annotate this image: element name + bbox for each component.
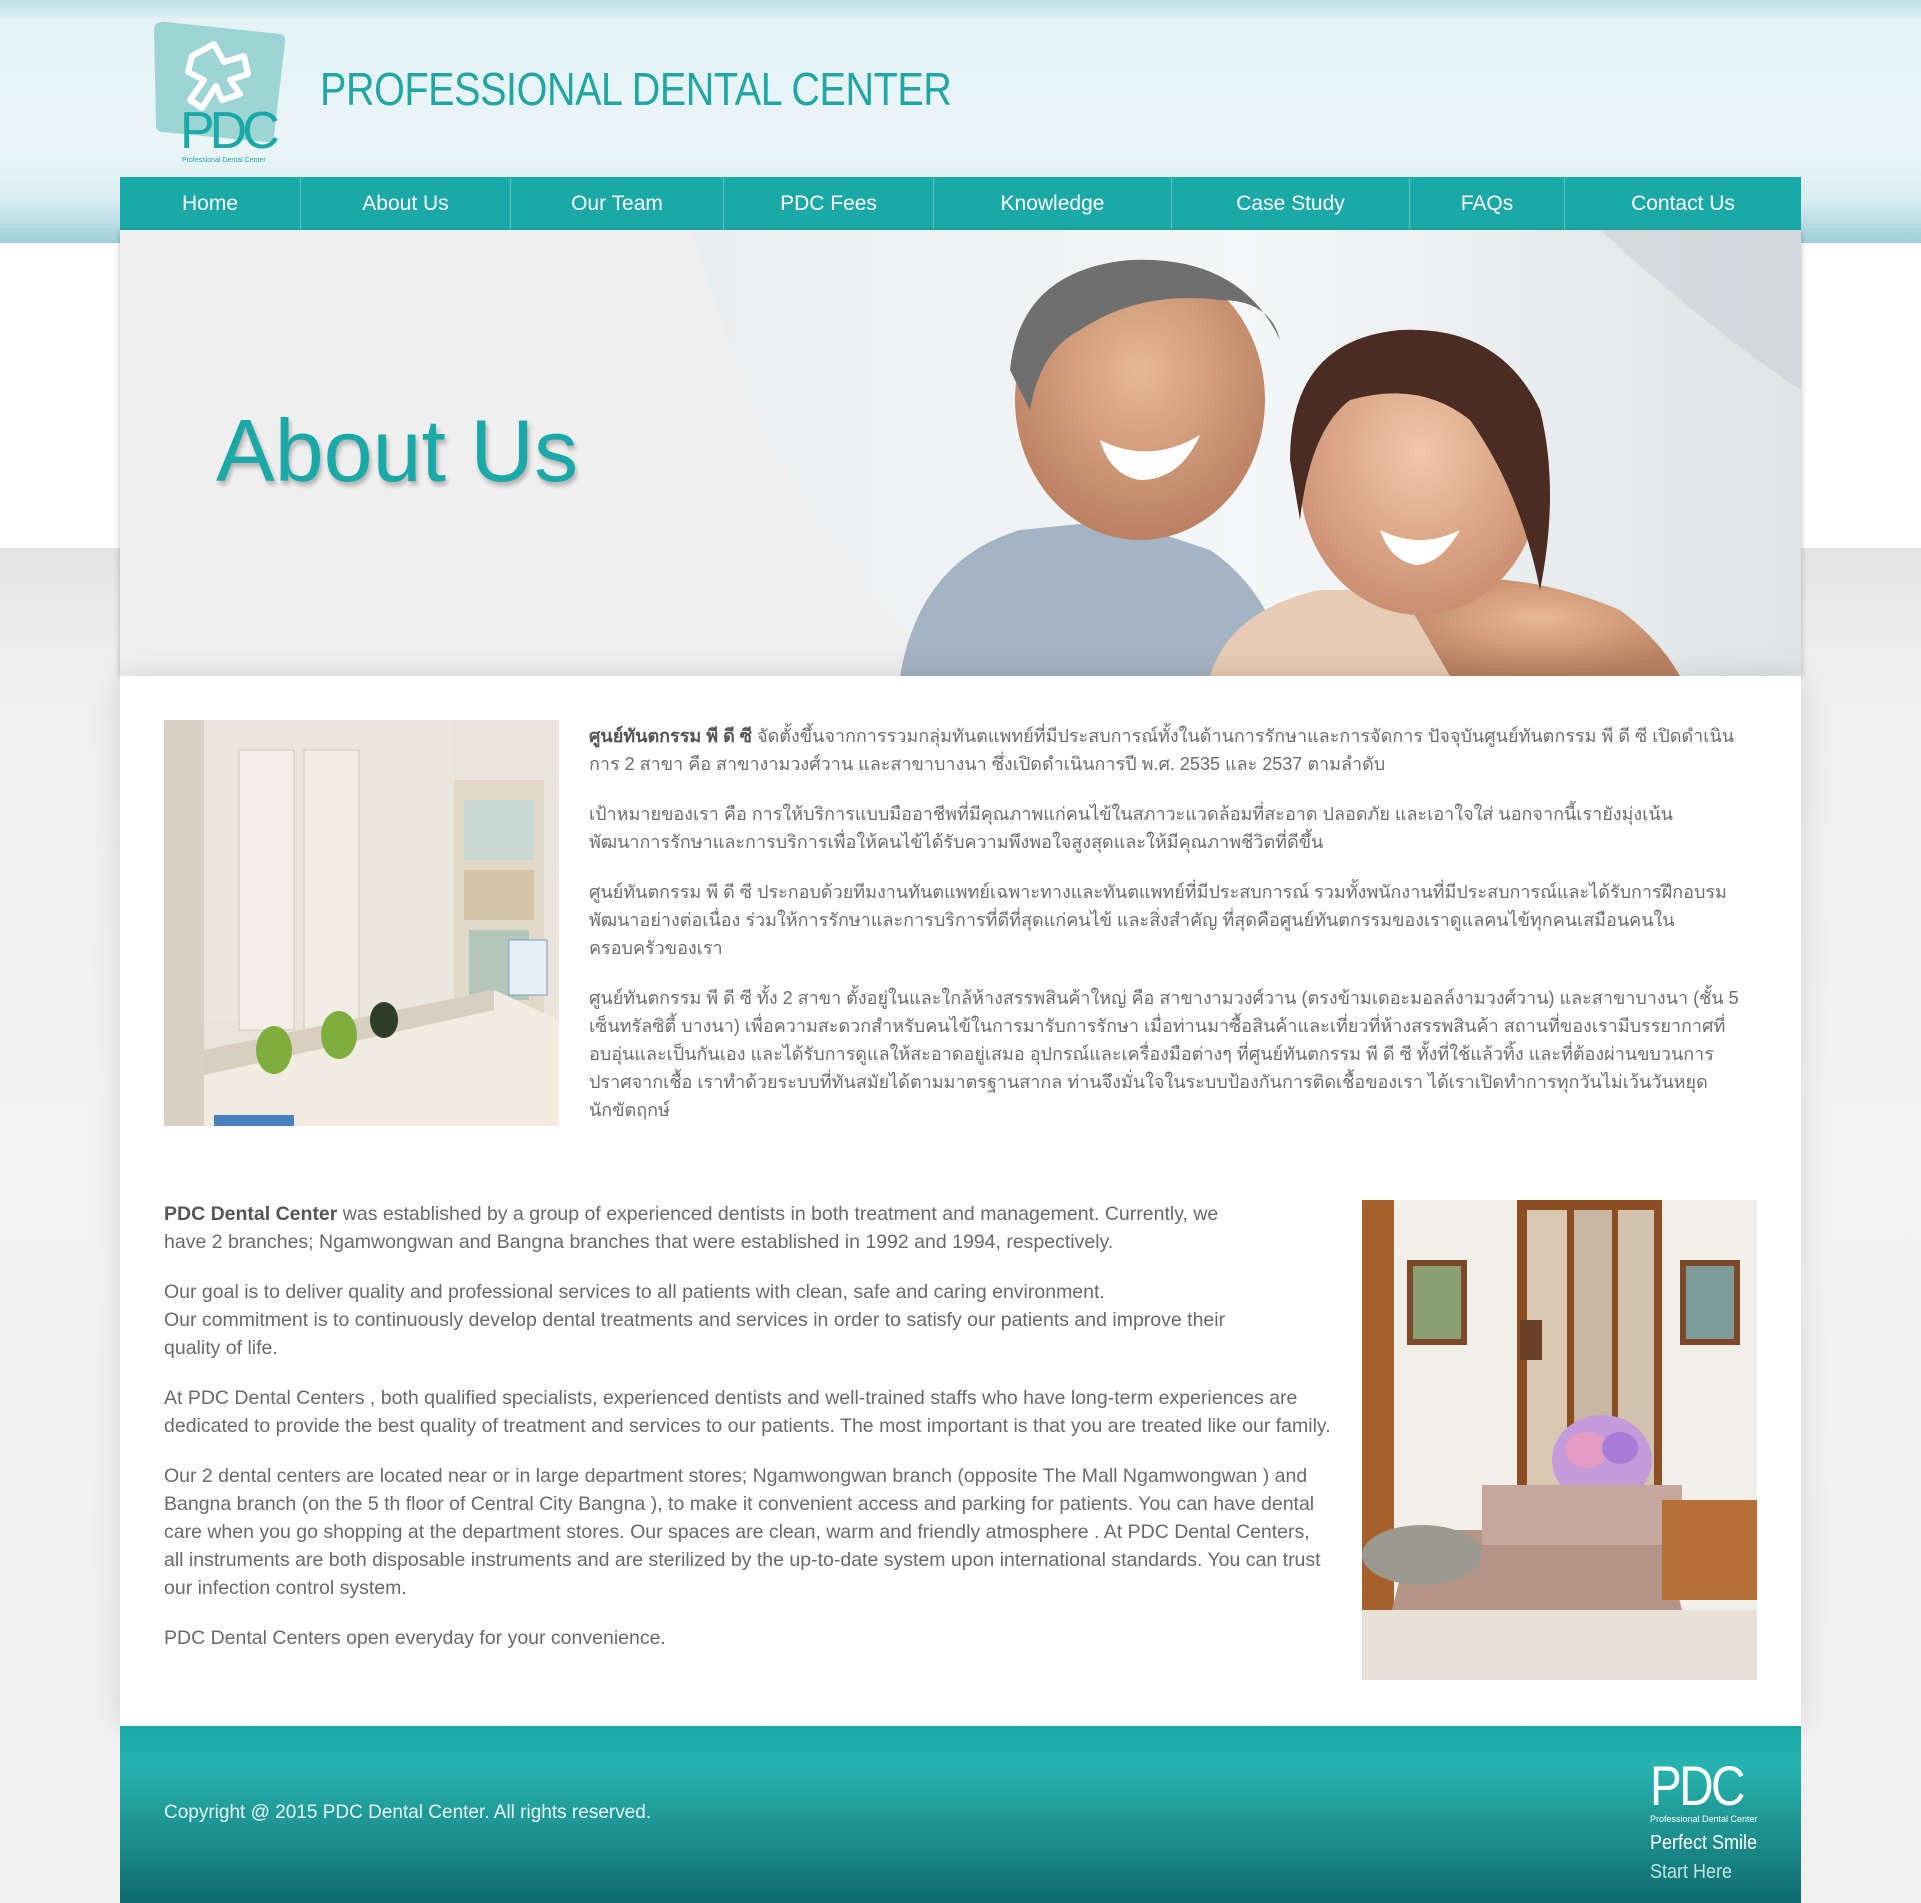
- site-footer: Copyright @ 2015 PDC Dental Center. All …: [120, 1726, 1801, 1903]
- logo-text: PDC: [180, 102, 278, 160]
- hero-banner: About Us: [120, 230, 1801, 676]
- nav-knowledge[interactable]: Knowledge: [934, 177, 1172, 230]
- english-p2b-text: Our commitment is to continuously develo…: [164, 1309, 1226, 1359]
- thai-center-name: ศูนย์ทันตกรรม พี ดี ซี: [589, 726, 753, 746]
- nav-about-us[interactable]: About Us: [301, 177, 511, 230]
- nav-pdc-fees[interactable]: PDC Fees: [724, 177, 934, 230]
- english-paragraph-1: PDC Dental Center was established by a g…: [164, 1200, 1254, 1256]
- logo-subtext: Professional Dental Center: [182, 157, 266, 164]
- thai-description: ศูนย์ทันตกรรม พี ดี ซี จัดตั้งขึ้นจากการ…: [589, 722, 1749, 1146]
- about-content: ศูนย์ทันตกรรม พี ดี ซี จัดตั้งขึ้นจากการ…: [120, 676, 1801, 1726]
- reception-photo: [164, 720, 559, 1126]
- nav-home[interactable]: Home: [120, 177, 301, 230]
- english-paragraph-2: Our goal is to deliver quality and profe…: [164, 1278, 1264, 1362]
- thai-paragraph-2: เป้าหมายของเรา คือ การให้บริการแบบมืออาช…: [589, 804, 1673, 852]
- english-paragraph-3: At PDC Dental Centers , both qualified s…: [164, 1387, 1331, 1437]
- nav-case-study[interactable]: Case Study: [1172, 177, 1410, 230]
- site-logo[interactable]: PDC Professional Dental Center: [152, 16, 286, 164]
- footer-logo[interactable]: PDC Professional Dental Center Perfect S…: [1650, 1754, 1760, 1883]
- site-title[interactable]: PROFESSIONAL DENTAL CENTER: [320, 62, 952, 116]
- nav-our-team[interactable]: Our Team: [511, 177, 724, 230]
- english-paragraph-4: Our 2 dental centers are located near or…: [164, 1465, 1321, 1599]
- thai-paragraph-1: ศูนย์ทันตกรรม พี ดี ซี จัดตั้งขึ้นจากการ…: [589, 722, 1749, 778]
- english-paragraph-5: PDC Dental Centers open everyday for you…: [164, 1627, 666, 1649]
- thai-p1-text: จัดตั้งขึ้นจากการรวมกลุ่มทันตแพทย์ที่มีป…: [589, 726, 1735, 774]
- main-nav: Home About Us Our Team PDC Fees Knowledg…: [120, 177, 1801, 230]
- thai-paragraph-4: ศูนย์ทันตกรรม พี ดี ซี ทั้ง 2 สาขา ตั้งอ…: [589, 988, 1739, 1120]
- page-wrapper: PDC Professional Dental Center PROFESSIO…: [120, 0, 1801, 1903]
- english-p2a-text: Our goal is to deliver quality and profe…: [164, 1281, 1105, 1303]
- footer-tagline-2: Start Here: [1650, 1861, 1733, 1883]
- nav-faqs[interactable]: FAQs: [1410, 177, 1565, 230]
- thai-paragraph-3: ศูนย์ทันตกรรม พี ดี ซี ประกอบด้วยทีมงานท…: [589, 882, 1727, 958]
- footer-tagline-1: Perfect Smile: [1650, 1832, 1758, 1854]
- footer-logo-text: PDC: [1650, 1754, 1745, 1817]
- hero-title: About Us: [216, 401, 578, 500]
- waiting-room-photo: [1362, 1200, 1757, 1680]
- english-center-name: PDC Dental Center: [164, 1203, 338, 1225]
- copyright-text: Copyright @ 2015 PDC Dental Center. All …: [164, 1802, 652, 1823]
- nav-contact-us[interactable]: Contact Us: [1565, 177, 1801, 230]
- english-description: PDC Dental Center was established by a g…: [164, 1200, 1334, 1674]
